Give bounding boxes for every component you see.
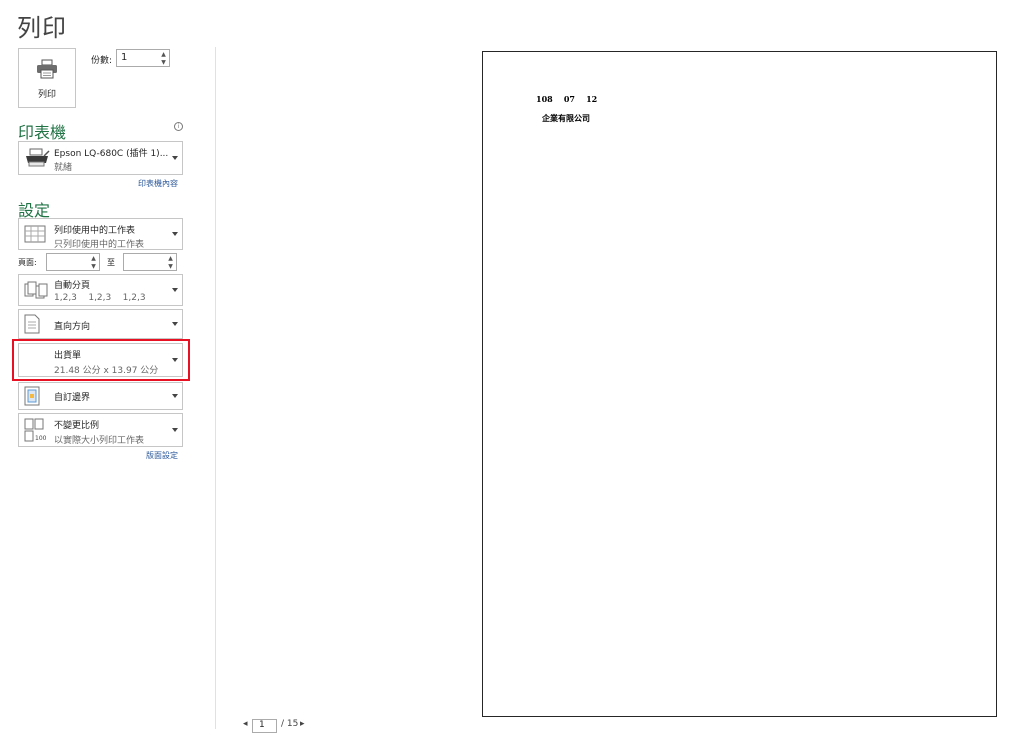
paper-size-highlight <box>12 339 190 381</box>
printer-section-title: 印表機 <box>18 123 67 142</box>
page-title: 列印 <box>17 14 67 42</box>
copies-input[interactable]: 1 ▲ ▼ <box>116 49 170 67</box>
orientation-title: 直向方向 <box>54 322 91 332</box>
printer-properties-link[interactable]: 印表機內容 <box>138 178 178 189</box>
info-icon[interactable]: i <box>174 122 183 131</box>
preview-company: 企業有限公司 <box>542 113 590 123</box>
next-page-icon[interactable]: ▸ <box>300 719 305 729</box>
print-what-subtitle: 只列印使用中的工作表 <box>54 240 145 250</box>
chevron-down-icon <box>172 288 178 292</box>
print-button-label: 列印 <box>37 90 56 100</box>
pages-label: 頁面: <box>18 258 37 267</box>
svg-text:100: 100 <box>35 435 47 442</box>
scaling-subtitle: 以實際大小列印工作表 <box>54 436 145 446</box>
margins-title: 自訂邊界 <box>54 393 91 403</box>
pages-to-stepper[interactable]: ▲ ▼ <box>165 254 176 270</box>
pages-to-input[interactable]: ▲ ▼ <box>123 253 177 271</box>
pages-from-stepper[interactable]: ▲ ▼ <box>88 254 99 270</box>
stepper-up-icon[interactable]: ▲ <box>91 255 96 262</box>
stepper-up-icon[interactable]: ▲ <box>161 51 166 58</box>
panel-divider <box>215 47 216 729</box>
page-number-input[interactable]: 1 <box>252 719 277 733</box>
printer-icon <box>37 59 57 79</box>
scaling-icon: 100 <box>24 418 47 442</box>
pages-to-label: 至 <box>107 258 115 267</box>
printer-dropdown[interactable]: Epson LQ-680C (插件 1)... 就緒 <box>18 141 183 175</box>
print-what-dropdown[interactable]: 列印使用中的工作表 只列印使用中的工作表 <box>18 218 183 250</box>
print-button[interactable]: 列印 <box>18 48 76 108</box>
margins-icon <box>24 386 40 406</box>
chevron-down-icon <box>172 322 178 326</box>
preview-date-line: 108 07 12 <box>536 94 598 104</box>
orientation-dropdown[interactable]: 直向方向 <box>18 309 183 339</box>
page-setup-link[interactable]: 版面設定 <box>146 450 178 461</box>
collated-pages-icon <box>24 281 48 299</box>
printer-status: 就緒 <box>54 163 73 173</box>
chevron-down-icon <box>172 394 178 398</box>
stepper-down-icon[interactable]: ▼ <box>168 263 173 270</box>
copies-stepper[interactable]: ▲ ▼ <box>158 50 169 66</box>
page-total: / 15 <box>281 719 299 729</box>
stepper-down-icon[interactable]: ▼ <box>161 59 166 66</box>
prev-page-icon[interactable]: ◂ <box>243 719 248 729</box>
pages-from-input[interactable]: ▲ ▼ <box>46 253 100 271</box>
portrait-page-icon <box>24 314 40 334</box>
stepper-up-icon[interactable]: ▲ <box>168 255 173 262</box>
chevron-down-icon <box>172 156 178 160</box>
chevron-down-icon <box>172 428 178 432</box>
copies-value: 1 <box>121 52 128 63</box>
copies-label: 份數: <box>91 56 113 66</box>
worksheet-icon <box>24 225 46 243</box>
scaling-title: 不變更比例 <box>54 421 100 431</box>
printer-device-icon <box>26 148 50 167</box>
print-what-title: 列印使用中的工作表 <box>54 226 136 236</box>
printer-name: Epson LQ-680C (插件 1)... <box>54 149 169 159</box>
scaling-dropdown[interactable]: 100 不變更比例 以實際大小列印工作表 <box>18 413 183 447</box>
stepper-down-icon[interactable]: ▼ <box>91 263 96 270</box>
collation-dropdown[interactable]: 自動分頁 1,2,3 1,2,3 1,2,3 <box>18 274 183 306</box>
chevron-down-icon <box>172 232 178 236</box>
margins-dropdown[interactable]: 自訂邊界 <box>18 382 183 410</box>
collation-title: 自動分頁 <box>54 281 91 291</box>
print-preview-page: 108 07 12 企業有限公司 <box>482 51 997 717</box>
collation-subtitle: 1,2,3 1,2,3 1,2,3 <box>54 293 146 303</box>
